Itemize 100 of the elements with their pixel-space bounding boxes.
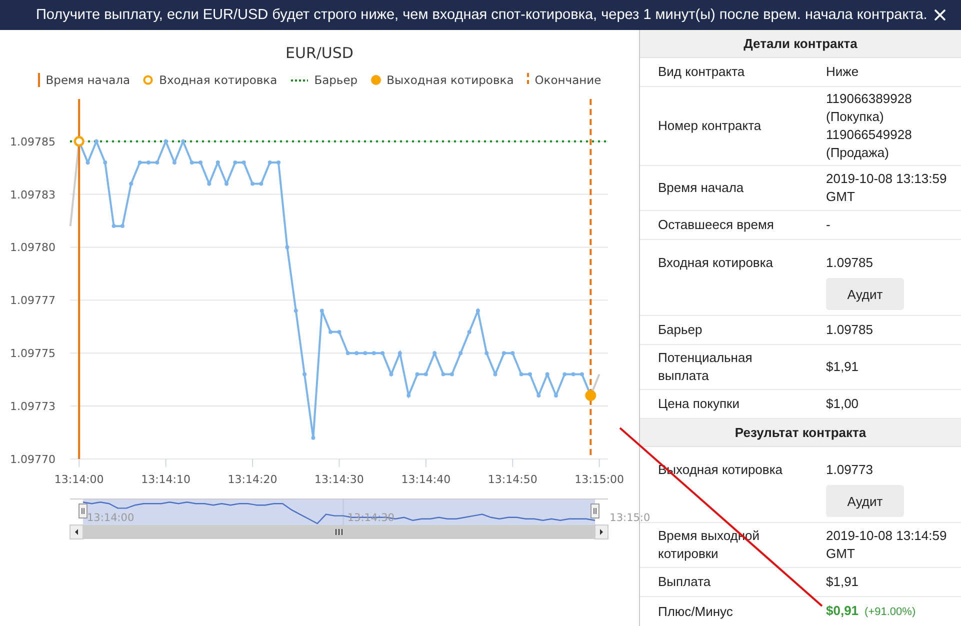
field-label: Барьер — [658, 321, 704, 340]
point — [562, 372, 567, 376]
point — [146, 160, 150, 165]
ring-marker-icon — [143, 75, 154, 85]
dot-marker-icon — [370, 75, 381, 85]
scroll-right-button[interactable] — [594, 524, 608, 540]
field-value: $1,00 — [826, 395, 859, 414]
field-label: Потенциальная выплата — [658, 349, 754, 386]
profit-percent: (+91.00%) — [864, 605, 916, 620]
field-label: Оставшееся время — [658, 216, 775, 234]
point — [502, 351, 506, 356]
scroll-left-button[interactable] — [70, 524, 84, 540]
point — [172, 160, 176, 165]
point — [138, 160, 142, 165]
field-value: 1.09785 — [826, 321, 873, 340]
field-label: Время начала — [658, 179, 745, 198]
point — [268, 160, 272, 165]
point — [320, 308, 324, 313]
field-value: 2019-10-08 13:13:59 GMT — [826, 170, 948, 206]
point — [311, 436, 316, 440]
point — [276, 160, 281, 165]
field-value: 2019-10-08 13:14:59 GMT — [826, 527, 948, 564]
point — [302, 372, 307, 376]
field-value: Ниже — [826, 63, 859, 81]
point — [198, 160, 202, 165]
point — [294, 308, 298, 313]
axis-label: 13:15:00 — [574, 473, 624, 486]
field-value: $1,91 — [826, 358, 859, 376]
point — [224, 182, 228, 186]
point — [181, 139, 186, 144]
field-label: Цена покупки — [658, 395, 740, 414]
axis-label: 13:14:40 — [401, 473, 451, 486]
point — [112, 224, 116, 228]
point — [510, 351, 515, 356]
navigator-label: 13:15:0 — [610, 512, 650, 524]
point — [94, 139, 98, 144]
dashed-line-icon — [526, 73, 529, 87]
point — [580, 372, 584, 376]
field-value: 119066389928 (Покупка) 119066549928 (Продажа) — [826, 90, 913, 162]
point — [493, 372, 498, 376]
point — [250, 182, 255, 186]
field-value: 1.09773 — [826, 461, 873, 480]
point — [441, 372, 446, 376]
field-label: Плюс/Минус — [658, 602, 734, 621]
point — [207, 182, 212, 186]
point — [242, 160, 246, 165]
navigator-handle[interactable] — [78, 504, 88, 518]
axis-label: 13:14:30 — [314, 473, 364, 486]
axis-label: 13:14:00 — [54, 473, 104, 486]
axis-label: 13:14:50 — [488, 473, 538, 486]
axis-label: 13:14:10 — [141, 473, 190, 486]
legend-label: Барьер — [314, 73, 358, 87]
field-value: $1,91 — [826, 573, 859, 592]
point — [528, 372, 532, 376]
point — [328, 330, 333, 334]
point — [120, 224, 124, 228]
point — [103, 160, 108, 165]
audit-button[interactable]: Аудит — [826, 485, 904, 518]
point — [467, 330, 472, 334]
point — [415, 372, 420, 376]
legend-label: Входная котировка — [159, 73, 278, 87]
field-label: Выплата — [658, 573, 712, 592]
solid-line-icon — [38, 73, 40, 87]
axis-label: 1.09770 — [10, 453, 56, 466]
point — [398, 351, 402, 356]
field-label: Вид контракта — [658, 63, 746, 81]
field-value: - — [826, 216, 830, 234]
point — [372, 351, 376, 356]
axis-label: 1.09777 — [10, 294, 56, 308]
navigator-handle[interactable] — [590, 504, 600, 518]
point — [571, 372, 576, 376]
point — [380, 351, 385, 356]
point — [476, 308, 480, 313]
point — [155, 160, 160, 165]
axis-label: 13:14:20 — [228, 473, 278, 486]
point — [450, 372, 454, 376]
point — [337, 330, 342, 334]
axis-label: 1.09773 — [10, 400, 56, 414]
profit-value: $0,91 — [826, 602, 859, 620]
audit-button[interactable]: Аудит — [826, 278, 904, 310]
entry-spot-marker — [74, 136, 84, 147]
legend-label: Выходная котировка — [386, 73, 514, 87]
point — [484, 351, 489, 356]
point — [363, 351, 368, 356]
point — [129, 182, 134, 186]
navigator-label: 13:14:00 — [87, 512, 134, 524]
point — [458, 351, 463, 356]
point — [190, 160, 194, 165]
section-header: Детали контракта — [640, 30, 961, 58]
legend-label: Окончание — [534, 73, 602, 87]
dotted-line-icon — [290, 78, 308, 82]
field-label: Входная котировка — [658, 254, 774, 272]
point — [545, 372, 550, 376]
point — [406, 393, 411, 398]
axis-label: 1.09785 — [10, 135, 56, 148]
exit-spot-marker — [585, 390, 596, 401]
banner-text: Получите выплату, если EUR/USD будет строго ниже, чем входная спот-котировка, через 1 минут(ы) после врем. начала контракта. — [36, 7, 928, 23]
point — [424, 372, 428, 376]
point — [233, 160, 238, 165]
axis-label: 1.09783 — [10, 188, 56, 202]
